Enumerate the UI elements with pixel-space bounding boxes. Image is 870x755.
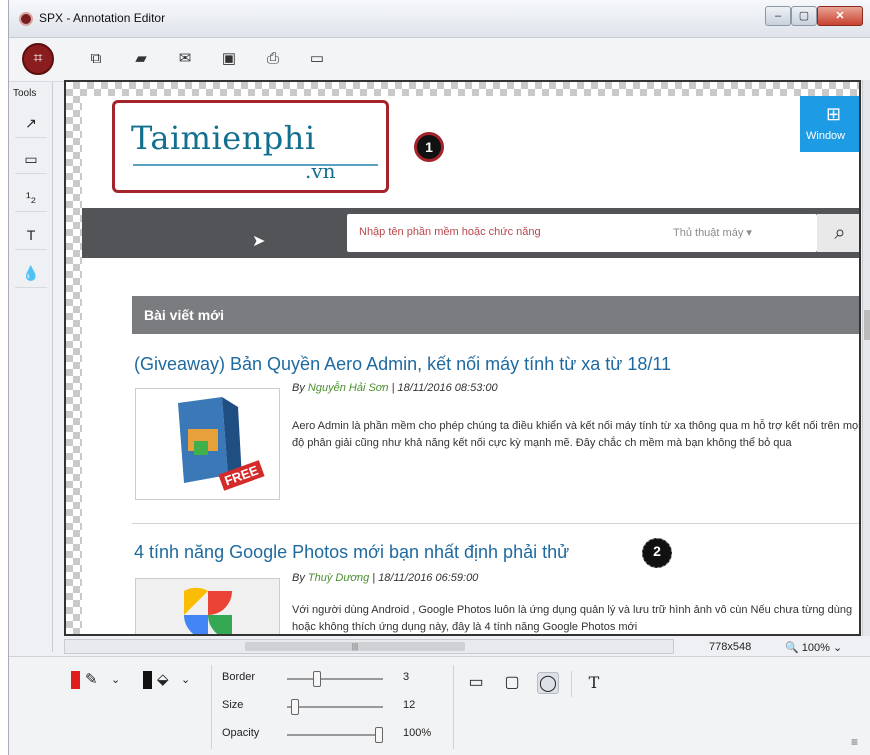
search-placeholder: Nhập tên phần mềm hoặc chức năng — [359, 226, 541, 238]
article-author: Thuỳ Dương — [307, 572, 370, 584]
editor-canvas[interactable]: Taimienphi .vn 1 ⊞ Window Nhập tên phần … — [64, 80, 861, 636]
number-marker-2[interactable]: 2 — [642, 538, 672, 568]
fill-color-swatch[interactable] — [143, 671, 152, 689]
size-slider[interactable] — [287, 699, 383, 715]
border-slider[interactable] — [287, 671, 383, 687]
horizontal-scrollbar[interactable]: ||| — [64, 639, 674, 654]
software-box-image — [178, 397, 242, 483]
number-marker-1[interactable]: 1 — [414, 132, 444, 162]
image-dimensions: 778x548 — [709, 641, 752, 653]
email-icon[interactable]: ✉ — [175, 49, 195, 69]
panel-divider — [453, 665, 454, 749]
article-by: By — [292, 572, 308, 584]
site-navbar: Nhập tên phần mềm hoặc chức năng Thủ thu… — [82, 208, 859, 258]
chevron-down-icon[interactable]: ⌄ — [181, 673, 190, 686]
zoom-dropdown[interactable]: 🔍 100% ⌄ — [785, 641, 842, 654]
article-date: | 18/11/2016 08:53:00 — [388, 382, 498, 394]
opacity-label: Opacity — [222, 727, 260, 739]
ellipse-icon[interactable]: ◯ — [537, 672, 559, 694]
mouse-cursor-icon: ➤ — [252, 233, 266, 250]
vertical-scrollbar[interactable] — [862, 80, 870, 636]
site-search-input: Nhập tên phần mềm hoặc chức năng Thủ thu… — [347, 214, 817, 252]
border-value: 3 — [403, 671, 410, 683]
article-divider — [132, 523, 859, 524]
text-style-icon[interactable]: T — [583, 672, 605, 694]
window-title: SPX - Annotation Editor — [39, 11, 166, 25]
article-excerpt: Với người dùng Android , Google Photos l… — [292, 604, 853, 633]
logo-underline — [133, 164, 378, 166]
minimize-button[interactable]: – — [765, 6, 791, 26]
tools-sidebar: Tools ↗ ▭ ¹₂ T 💧 — [9, 82, 53, 652]
search-category: Thủ thuật máy ▾ — [673, 227, 752, 239]
transparency-border-top — [66, 82, 859, 96]
opacity-slider[interactable] — [287, 727, 383, 743]
crop-icon[interactable]: ⌗ — [22, 43, 54, 75]
rectangle-tool-icon[interactable]: ▭ — [15, 144, 47, 174]
google-photos-image — [136, 579, 279, 634]
section-title: Bài viết mới — [132, 296, 859, 334]
opacity-value: 100% — [403, 727, 432, 739]
article-thumbnail: FREE — [135, 388, 280, 500]
maximize-button[interactable]: ▢ — [791, 6, 817, 26]
article-meta: By Thuỳ Dương | 18/11/2016 06:59:00 — [292, 572, 478, 584]
properties-panel: ✎ ⌄ ⬙ ⌄ Border 3 Size 12 Opacity 100% ▭ … — [9, 656, 870, 755]
article-thumbnail — [135, 578, 280, 634]
print-icon[interactable]: ⎙ — [263, 49, 283, 69]
title-bar: SPX - Annotation Editor – ▢ ✕ — [9, 0, 870, 38]
open-folder-icon[interactable]: ▰ — [131, 49, 151, 69]
number-tool-icon[interactable]: ¹₂ — [15, 182, 47, 212]
stroke-color-swatch[interactable] — [71, 671, 80, 689]
slider-knob[interactable] — [375, 727, 383, 743]
size-value: 12 — [403, 699, 416, 711]
border-label: Border — [222, 671, 256, 683]
text-tool-icon[interactable]: T — [15, 220, 47, 250]
search-icon: ⌕ — [817, 214, 859, 252]
article-title: 4 tính năng Google Photos mới bạn nhất đ… — [134, 542, 570, 562]
pen-icon[interactable]: ✎ — [85, 670, 98, 688]
slider-knob[interactable] — [291, 699, 300, 715]
panel-divider — [211, 665, 212, 749]
screenshot-image: Taimienphi .vn 1 ⊞ Window Nhập tên phần … — [82, 96, 861, 634]
main-toolbar: ⌗ ⧉ ▰ ✉ ▣ ⎙ ▭ — [9, 38, 870, 82]
close-button[interactable]: ✕ — [817, 6, 863, 26]
slider-knob[interactable] — [313, 671, 322, 687]
windows-tile: ⊞ Window — [800, 96, 859, 152]
annotation-rectangle[interactable]: Taimienphi .vn — [112, 100, 389, 193]
callout-rectangle-icon[interactable]: ▭ — [465, 672, 487, 694]
blur-tool-icon[interactable]: 💧 — [15, 258, 47, 288]
article-meta: By Nguyễn Hải Sơn | 18/11/2016 08:53:00 — [292, 382, 498, 394]
article-date: | 18/11/2016 06:59:00 — [369, 572, 479, 584]
screen-capture-icon[interactable]: ▣ — [219, 49, 239, 69]
transparency-border-left — [66, 82, 82, 634]
windows-logo-icon: ⊞ — [826, 104, 842, 124]
app-window: SPX - Annotation Editor – ▢ ✕ ⌗ ⧉ ▰ ✉ ▣ … — [8, 0, 870, 755]
app-logo-icon — [19, 12, 33, 26]
article-by: By — [292, 382, 308, 394]
copy-icon[interactable]: ⧉ — [86, 49, 106, 69]
chevron-down-icon[interactable]: ⌄ — [111, 673, 120, 686]
window-icon[interactable]: ▭ — [307, 49, 327, 69]
size-label: Size — [222, 699, 244, 711]
panel-options-icon[interactable]: ≡ — [851, 735, 858, 749]
vertical-scroll-thumb[interactable] — [864, 310, 870, 340]
windows-tile-label: Window — [806, 130, 846, 142]
article-title: (Giveaway) Bản Quyền Aero Admin, kết nối… — [134, 354, 672, 374]
site-logo-suffix: .vn — [305, 159, 336, 183]
article-author: Nguyễn Hải Sơn — [307, 382, 389, 394]
fill-bucket-icon[interactable]: ⬙ — [157, 670, 169, 688]
arrow-tool-icon[interactable]: ↗ — [15, 108, 47, 138]
panel-divider — [571, 671, 572, 697]
tools-label: Tools — [13, 88, 37, 99]
rounded-rectangle-icon[interactable]: ▢ — [501, 672, 523, 694]
article-excerpt: Aero Admin là phần mềm cho phép chúng ta… — [292, 420, 861, 449]
site-logo: Taimienphi — [131, 119, 316, 157]
horizontal-scroll-thumb[interactable]: ||| — [245, 642, 465, 651]
